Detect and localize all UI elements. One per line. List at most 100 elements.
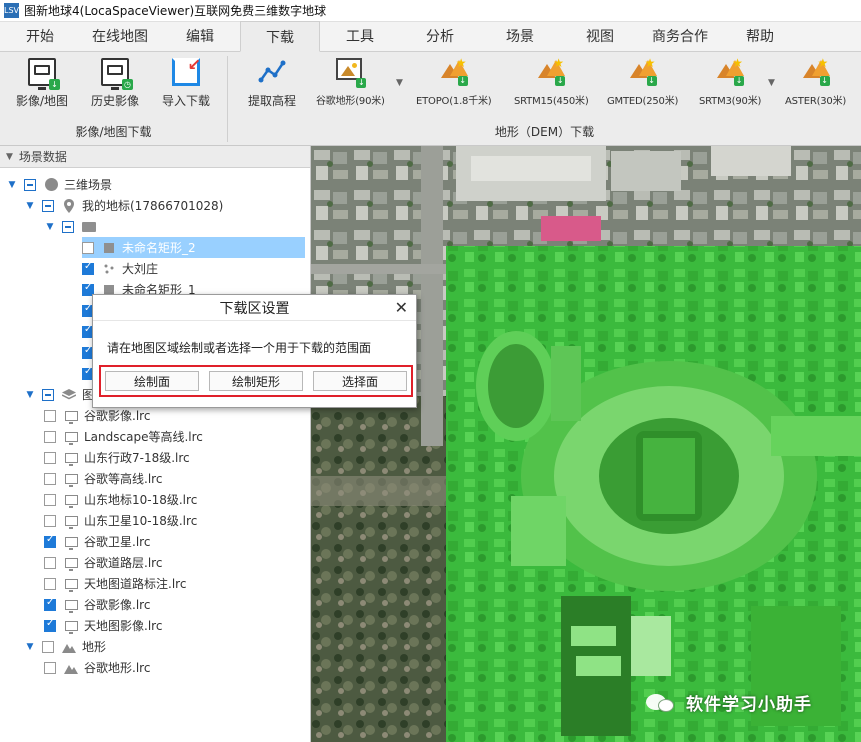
tree-row-label: 天地图影像.lrc	[84, 619, 163, 633]
tree-checkbox[interactable]	[42, 388, 54, 401]
tree-row[interactable]: 谷歌影像.lrc	[44, 405, 305, 426]
highlighted-button-group: 绘制面 绘制矩形 选择面	[99, 365, 413, 397]
srtm3-button[interactable]: ★ ↓ SRTM3(90米)	[699, 56, 761, 107]
tree-row[interactable]: 山东地标10-18级.lrc	[44, 489, 305, 510]
tree-row-label: 地形	[82, 640, 107, 654]
terrain-icon	[62, 640, 76, 654]
draw-polygon-button[interactable]: 绘制面	[105, 371, 199, 391]
tab-2[interactable]: 编辑	[160, 21, 240, 51]
map-view[interactable]	[311, 146, 861, 742]
expand-icon[interactable]: ▼	[6, 180, 18, 190]
watermark-text: 软件学习小助手	[686, 695, 812, 715]
tree-row[interactable]: 谷歌影像.lrc	[44, 594, 305, 615]
tree-row[interactable]: 谷歌地形.lrc	[44, 657, 305, 678]
tree-checkbox[interactable]	[44, 577, 56, 590]
tab-4[interactable]: 工具	[320, 21, 400, 51]
tree-row[interactable]: Landscape等高线.lrc	[44, 426, 305, 447]
tree-checkbox[interactable]	[62, 220, 74, 233]
tree-row[interactable]: 山东行政7-18级.lrc	[44, 447, 305, 468]
expand-icon[interactable]: ▼	[24, 390, 36, 400]
tree-checkbox[interactable]	[82, 241, 94, 254]
layer-monitor-icon	[64, 598, 78, 613]
tab-3[interactable]: 下载	[240, 21, 320, 52]
expand-icon[interactable]: ▼	[44, 222, 56, 232]
expand-icon[interactable]: ▼	[24, 642, 36, 652]
tree-checkbox[interactable]	[44, 661, 56, 674]
ribbon-group-dem: 提取高程 ↓ 谷歌地形(90米) ▼ ★ ↓ ETOPO(1.8千米) ★ ↓ SR…	[228, 52, 861, 146]
gmted-label: GMTED(250米)	[607, 96, 679, 107]
gmted-button[interactable]: ★ ↓ GMTED(250米)	[607, 56, 678, 107]
tree-row-label: 谷歌道路层.lrc	[84, 556, 163, 570]
etopo-button[interactable]: ★ ↓ ETOPO(1.8千米)	[416, 56, 492, 107]
tree-checkbox[interactable]	[44, 472, 56, 485]
tab-1[interactable]: 在线地图	[80, 21, 160, 51]
close-icon[interactable]: ✕	[395, 298, 408, 317]
aster-label: ASTER(30米)	[785, 96, 847, 107]
tree-row[interactable]: ▼ 三维场景	[6, 174, 305, 195]
draw-rectangle-button[interactable]: 绘制矩形	[209, 371, 303, 391]
ribbon-group-image-label: 影像/地图下载	[75, 125, 152, 139]
tab-6[interactable]: 场景	[480, 21, 560, 51]
history-image-button[interactable]: ◷ 历史影像	[91, 56, 139, 109]
srtm15-button[interactable]: ★ ↓ SRTM15(450米)	[514, 56, 589, 107]
layer-monitor-icon	[64, 451, 78, 466]
tree-checkbox[interactable]	[44, 618, 56, 632]
tab-7[interactable]: 视图	[560, 21, 640, 51]
history-image-icon: ◷	[101, 58, 133, 90]
tree-row[interactable]: 山东卫星10-18级.lrc	[44, 510, 305, 531]
tree-checkbox[interactable]	[24, 178, 36, 191]
tree-row[interactable]: 天地图道路标注.lrc	[44, 573, 305, 594]
tree-row[interactable]: 谷歌卫星.lrc	[44, 531, 305, 552]
folder-icon	[82, 220, 96, 234]
tree-row[interactable]: 未命名矩形_2	[82, 237, 305, 258]
dialog-message: 请在地图区域绘制或者选择一个用于下载的范围面	[107, 341, 372, 355]
tree-checkbox[interactable]	[44, 409, 56, 422]
tree-checkbox[interactable]	[44, 514, 56, 527]
tree-checkbox[interactable]	[44, 493, 56, 506]
scene-panel-header[interactable]: ▼ 场景数据	[0, 146, 310, 168]
image-map-download-button[interactable]: ↓ 影像/地图	[16, 56, 68, 109]
tab-5[interactable]: 分析	[400, 21, 480, 51]
srtm15-label: SRTM15(450米)	[514, 96, 589, 107]
scene-tree: ▼三维场景▼我的地标(17866701028)▼未命名矩形_2大刘庄未命名矩形_…	[0, 168, 310, 742]
tree-checkbox[interactable]	[44, 430, 56, 443]
wechat-icon	[646, 691, 676, 715]
tree-checkbox[interactable]	[42, 199, 54, 212]
import-download-button[interactable]: ↙ 导入下载	[162, 56, 210, 109]
tab-0[interactable]: 开始	[0, 21, 80, 51]
terrain-icon	[64, 661, 78, 675]
tree-checkbox[interactable]	[44, 556, 56, 569]
aster-button[interactable]: ★ ↓ ASTER(30米)	[785, 56, 846, 107]
tree-row[interactable]: 大刘庄	[82, 258, 305, 279]
extract-elevation-label: 提取高程	[248, 94, 297, 108]
collapse-icon[interactable]: ▼	[6, 152, 13, 162]
google-terrain-button[interactable]: ↓ 谷歌地形(90米)	[316, 56, 385, 107]
tree-row[interactable]: 天地图影像.lrc	[44, 615, 305, 636]
select-polygon-button[interactable]: 选择面	[313, 371, 407, 391]
tree-checkbox[interactable]	[44, 597, 56, 611]
tree-checkbox[interactable]	[82, 261, 94, 275]
ribbon-group-dem-label: 地形（DEM）下载	[494, 125, 595, 139]
srtm3-dropdown-icon[interactable]: ▼	[768, 78, 775, 88]
extract-elevation-icon	[258, 58, 286, 86]
tree-checkbox[interactable]	[44, 534, 56, 548]
tree-row[interactable]: ▼ 我的地标(17866701028)	[24, 195, 305, 216]
expand-icon[interactable]: ▼	[24, 201, 36, 211]
srtm3-icon: ★ ↓	[716, 56, 745, 86]
tree-checkbox[interactable]	[44, 451, 56, 464]
tab-8[interactable]: 商务合作	[640, 21, 720, 51]
tree-row-label: 未命名矩形_2	[122, 241, 196, 255]
extract-elevation-button[interactable]: 提取高程	[248, 56, 296, 109]
google-terrain-dropdown-icon[interactable]: ▼	[396, 78, 403, 88]
tree-row-label: 天地图道路标注.lrc	[84, 577, 187, 591]
layer-monitor-icon	[64, 430, 78, 445]
tree-row[interactable]: ▼	[44, 216, 305, 237]
tab-9[interactable]: 帮助	[720, 21, 800, 51]
layer-monitor-icon	[64, 535, 78, 550]
tree-row[interactable]: ▼ 地形	[24, 636, 305, 657]
tree-checkbox[interactable]	[42, 640, 54, 653]
tree-row[interactable]: 谷歌等高线.lrc	[44, 468, 305, 489]
google-terrain-label: 谷歌地形(90米)	[316, 96, 385, 107]
tree-row-label: 三维场景	[64, 178, 113, 192]
tree-row[interactable]: 谷歌道路层.lrc	[44, 552, 305, 573]
